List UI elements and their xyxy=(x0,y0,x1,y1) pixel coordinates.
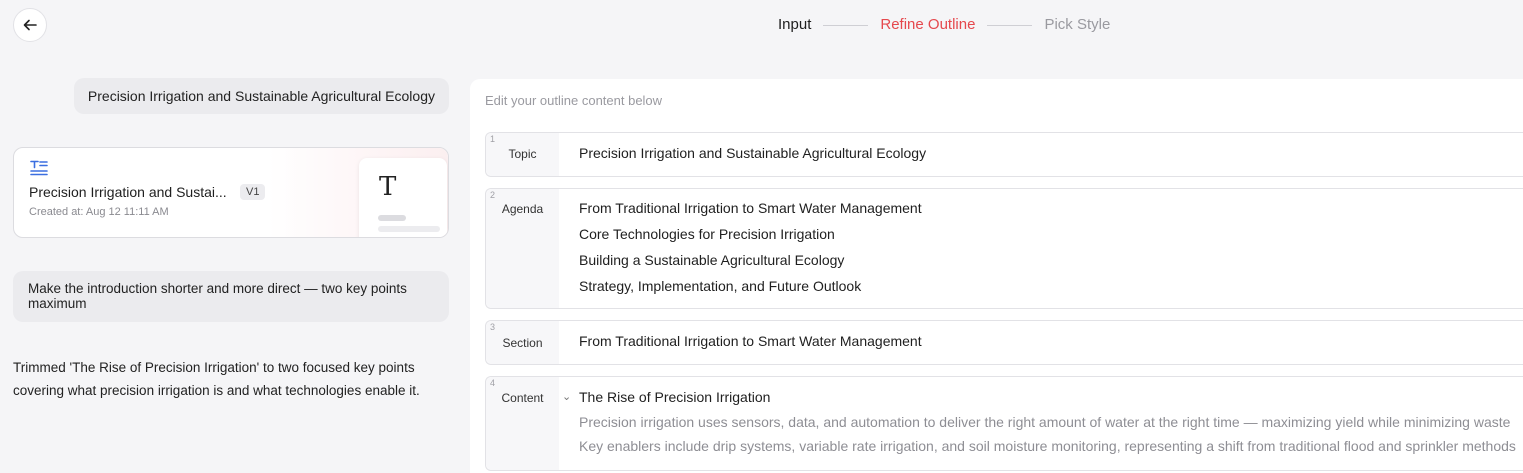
outline-line[interactable]: From Traditional Irrigation to Smart Wat… xyxy=(579,328,1523,354)
text-format-icon xyxy=(30,160,48,176)
step-input[interactable]: Input xyxy=(778,16,811,34)
row-content[interactable]: From Traditional Irrigation to Smart Wat… xyxy=(559,189,1523,308)
version-badge: V1 xyxy=(240,184,266,200)
outline-row-section[interactable]: 3 Section From Traditional Irrigation to… xyxy=(485,320,1523,365)
row-label-column: 2 Agenda xyxy=(486,189,559,308)
step-pick-style[interactable]: Pick Style xyxy=(1044,16,1110,34)
arrow-left-icon xyxy=(23,19,37,31)
row-label-column: 4 Content xyxy=(486,377,559,470)
outline-row-topic[interactable]: 1 Topic Precision Irrigation and Sustain… xyxy=(485,132,1523,177)
outline-line[interactable]: Core Technologies for Precision Irrigati… xyxy=(579,221,1523,247)
row-number: 4 xyxy=(490,378,496,388)
outline-document-card[interactable]: Precision Irrigation and Sustai... V1 Cr… xyxy=(13,147,449,238)
outline-line[interactable]: From Traditional Irrigation to Smart Wat… xyxy=(579,195,1523,221)
step-divider xyxy=(823,24,869,26)
assistant-reply: Trimmed 'The Rise of Precision Irrigatio… xyxy=(13,360,420,398)
outline-editor-panel: Edit your outline content below 1 Topic … xyxy=(470,79,1523,473)
document-created-at: Created at: Aug 12 11:11 AM xyxy=(29,206,169,218)
key-point[interactable]: Precision irrigation uses sensors, data,… xyxy=(579,410,1523,434)
content-title[interactable]: ⌄ The Rise of Precision Irrigation xyxy=(562,384,1523,410)
outline-line[interactable]: Strategy, Implementation, and Future Out… xyxy=(579,273,1523,299)
row-label-column: 3 Section xyxy=(486,321,559,364)
outline-row-agenda[interactable]: 2 Agenda From Traditional Irrigation to … xyxy=(485,188,1523,309)
outline-line[interactable]: Precision Irrigation and Sustainable Agr… xyxy=(579,140,1523,166)
row-content[interactable]: From Traditional Irrigation to Smart Wat… xyxy=(559,321,1523,364)
progress-stepper: Input Refine Outline Pick Style xyxy=(778,16,1110,34)
thumbnail-bar xyxy=(378,226,440,232)
row-label: Content xyxy=(501,391,544,405)
row-number: 3 xyxy=(490,322,496,332)
chevron-down-icon[interactable]: ⌄ xyxy=(562,384,571,410)
document-title: Precision Irrigation and Sustai... xyxy=(29,184,227,200)
row-label: Topic xyxy=(508,147,537,161)
row-label-column: 1 Topic xyxy=(486,133,559,176)
row-number: 2 xyxy=(490,190,496,200)
user-request-message: Make the introduction shorter and more d… xyxy=(13,271,449,322)
thumbnail-letter: T xyxy=(379,172,397,202)
key-point[interactable]: Key enablers include drip systems, varia… xyxy=(579,434,1523,458)
row-label: Agenda xyxy=(501,202,544,216)
row-label: Section xyxy=(502,336,543,350)
row-content[interactable]: Precision Irrigation and Sustainable Agr… xyxy=(559,133,1523,176)
content-title-text: The Rise of Precision Irrigation xyxy=(579,389,771,405)
back-button[interactable] xyxy=(13,8,47,42)
outline-line[interactable]: Building a Sustainable Agricultural Ecol… xyxy=(579,247,1523,273)
row-number: 1 xyxy=(490,134,496,144)
user-topic-message: Precision Irrigation and Sustainable Agr… xyxy=(73,78,449,114)
document-thumbnail: T xyxy=(359,158,447,237)
panel-hint: Edit your outline content below xyxy=(485,93,663,108)
row-content[interactable]: ⌄ The Rise of Precision Irrigation Preci… xyxy=(559,377,1523,470)
step-refine-outline[interactable]: Refine Outline xyxy=(880,16,975,34)
step-divider xyxy=(987,24,1033,26)
thumbnail-bar xyxy=(378,215,406,221)
outline-row-content[interactable]: 4 Content ⌄ The Rise of Precision Irriga… xyxy=(485,376,1523,471)
